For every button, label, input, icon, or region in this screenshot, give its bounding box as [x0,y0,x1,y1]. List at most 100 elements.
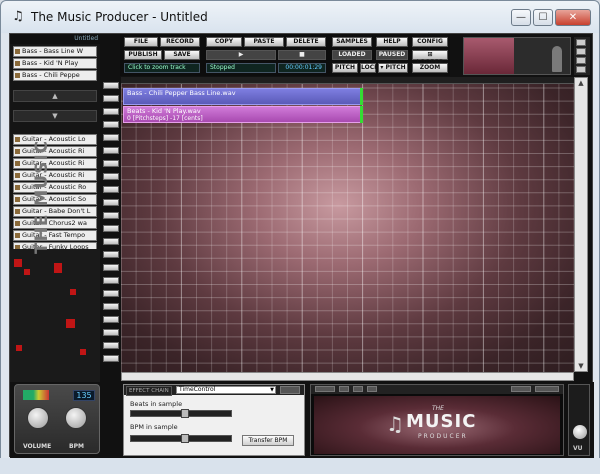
scroll-up-arrow-icon[interactable]: ▲ [575,78,587,88]
video-control-button[interactable] [535,386,559,392]
track-row-button[interactable] [103,316,119,323]
side-control-button[interactable] [576,66,586,73]
help-button[interactable]: HELP [376,37,408,47]
track-row-button[interactable] [103,108,119,115]
beats-slider[interactable] [130,409,232,418]
video-control-button[interactable] [353,386,363,392]
library-item[interactable]: Guitar - Acoustic Ri [13,170,97,181]
library-item[interactable]: Bass - Bass Line W [13,46,97,57]
library-item[interactable]: Guitar - Acoustic Ro [13,182,97,193]
stop-button[interactable]: ■ [278,50,326,60]
track-row-button[interactable] [103,264,119,271]
side-control-button[interactable] [576,57,586,64]
window-title: The Music Producer - Untitled [31,10,208,24]
close-button[interactable]: ✕ [555,9,591,26]
effect-toggle-button[interactable] [280,386,300,394]
toolbar: FILE RECORD COPY PASTE DELETE SAMPLES HE… [120,34,450,79]
track-row-button[interactable] [103,355,119,362]
paste-button[interactable]: PASTE [244,37,284,47]
track-row-button[interactable] [103,147,119,154]
bpm-knob[interactable] [65,407,87,429]
file-button[interactable]: FILE [124,37,158,47]
bpm-slider[interactable] [130,434,232,443]
beats-label: Beats in sample [130,400,183,408]
track-grid[interactable]: Bass - Chili Pepper Bass Line.wav Beats … [121,84,574,372]
track-row-button[interactable] [103,212,119,219]
zoom-button[interactable]: ZOOM [412,63,448,73]
bpm-sample-label: BPM in sample [130,423,178,431]
title-bar[interactable]: ♫ The Music Producer - Untitled — ☐ ✕ [1,1,599,33]
vu-knob[interactable] [573,425,587,439]
pitch-up-button[interactable]: ▾ PITCH [378,63,408,73]
timeline-ruler[interactable] [121,77,574,84]
delete-button[interactable]: DELETE [286,37,326,47]
track-row-button[interactable] [103,303,119,310]
transfer-bpm-button[interactable]: Transfer BPM [242,435,294,446]
library-scroll-up-button[interactable]: ▲ [13,90,97,102]
maximize-button[interactable]: ☐ [533,9,553,26]
track-row-button[interactable] [103,121,119,128]
save-button[interactable]: SAVE [164,50,200,60]
beats-slider-thumb[interactable] [181,409,189,418]
effect-select[interactable]: TimeControl ▼ [176,386,276,394]
track-row-button[interactable] [103,277,119,284]
video-control-button[interactable] [315,386,335,392]
pitch-down-button[interactable]: PITCH ◂ [332,63,358,79]
track-row-button[interactable] [103,251,119,258]
video-control-button[interactable] [339,386,349,392]
library-item[interactable]: Guitar - Fast Tempo [13,230,97,241]
red-square [66,319,75,328]
side-control-button[interactable] [576,39,586,46]
library-item[interactable]: Bass - Kid 'N Play [13,58,97,69]
volume-knob[interactable] [27,407,49,429]
audio-clip[interactable]: Bass - Chili Pepper Bass Line.wav [123,88,363,105]
track-row-button[interactable] [103,329,119,336]
minimize-button[interactable]: — [511,9,531,26]
config-button[interactable]: CONFIG [412,37,448,47]
record-button[interactable]: RECORD [160,37,200,47]
bpm-slider-thumb[interactable] [181,434,189,443]
library-header: Untitled [10,34,100,44]
track-row-button[interactable] [103,134,119,141]
track-row-button[interactable] [103,290,119,297]
track-row-button[interactable] [103,82,119,89]
library-item[interactable]: Guitar - Babe Don't L [13,206,97,217]
library-item[interactable]: Guitar - Chorus2 wa [13,218,97,229]
side-controls [574,37,590,75]
video-control-button[interactable] [511,386,531,392]
library-item[interactable]: Guitar - Acoustic Lo [13,134,97,145]
clip-end-marker[interactable] [360,88,363,105]
vertical-scrollbar[interactable]: ▲ ▼ [574,77,588,372]
horizontal-scrollbar[interactable] [121,372,574,381]
video-control-button[interactable] [367,386,377,392]
looper-button[interactable]: ⊞ LOOPER [412,50,448,66]
track-row-button[interactable] [103,238,119,245]
play-button[interactable]: ▶ [206,50,276,60]
effects-header: EFFECT CHAIN TimeControl ▼ [124,385,304,396]
track-row-button[interactable] [103,173,119,180]
scroll-down-arrow-icon[interactable]: ▼ [575,361,587,371]
track-row-button[interactable] [103,160,119,167]
vu-panel: VU [568,384,590,456]
publish-button[interactable]: PUBLISH [124,50,162,60]
effect-chain-tab[interactable]: EFFECT CHAIN [126,386,172,396]
track-row-button[interactable] [103,342,119,349]
lock-button[interactable]: LOCK [360,63,379,73]
library-item[interactable]: Guitar - Acoustic Ri [13,146,97,157]
clip-label: Bass - Chili Pepper Bass Line.wav [127,89,236,97]
track-row-button[interactable] [103,225,119,232]
library-item[interactable]: Bass - Chili Peppe [13,70,97,81]
samples-button[interactable]: SAMPLES [332,37,372,47]
track-row-button[interactable] [103,186,119,193]
track-row-button[interactable] [103,95,119,102]
music-note-icon: ♫ [386,412,404,436]
side-control-button[interactable] [576,48,586,55]
audio-clip[interactable]: Beats - Kid 'N Play.wav 0 [Pitchsteps] -… [123,106,363,123]
library-item[interactable]: Guitar - Acoustic Ri [13,158,97,169]
track-row-button[interactable] [103,199,119,206]
clip-end-marker[interactable] [360,106,363,123]
copy-button[interactable]: COPY [206,37,242,47]
library-item[interactable]: Guitar - Acoustic So [13,194,97,205]
preview-image [464,38,514,74]
library-scroll-down-button[interactable]: ▼ [13,110,97,122]
